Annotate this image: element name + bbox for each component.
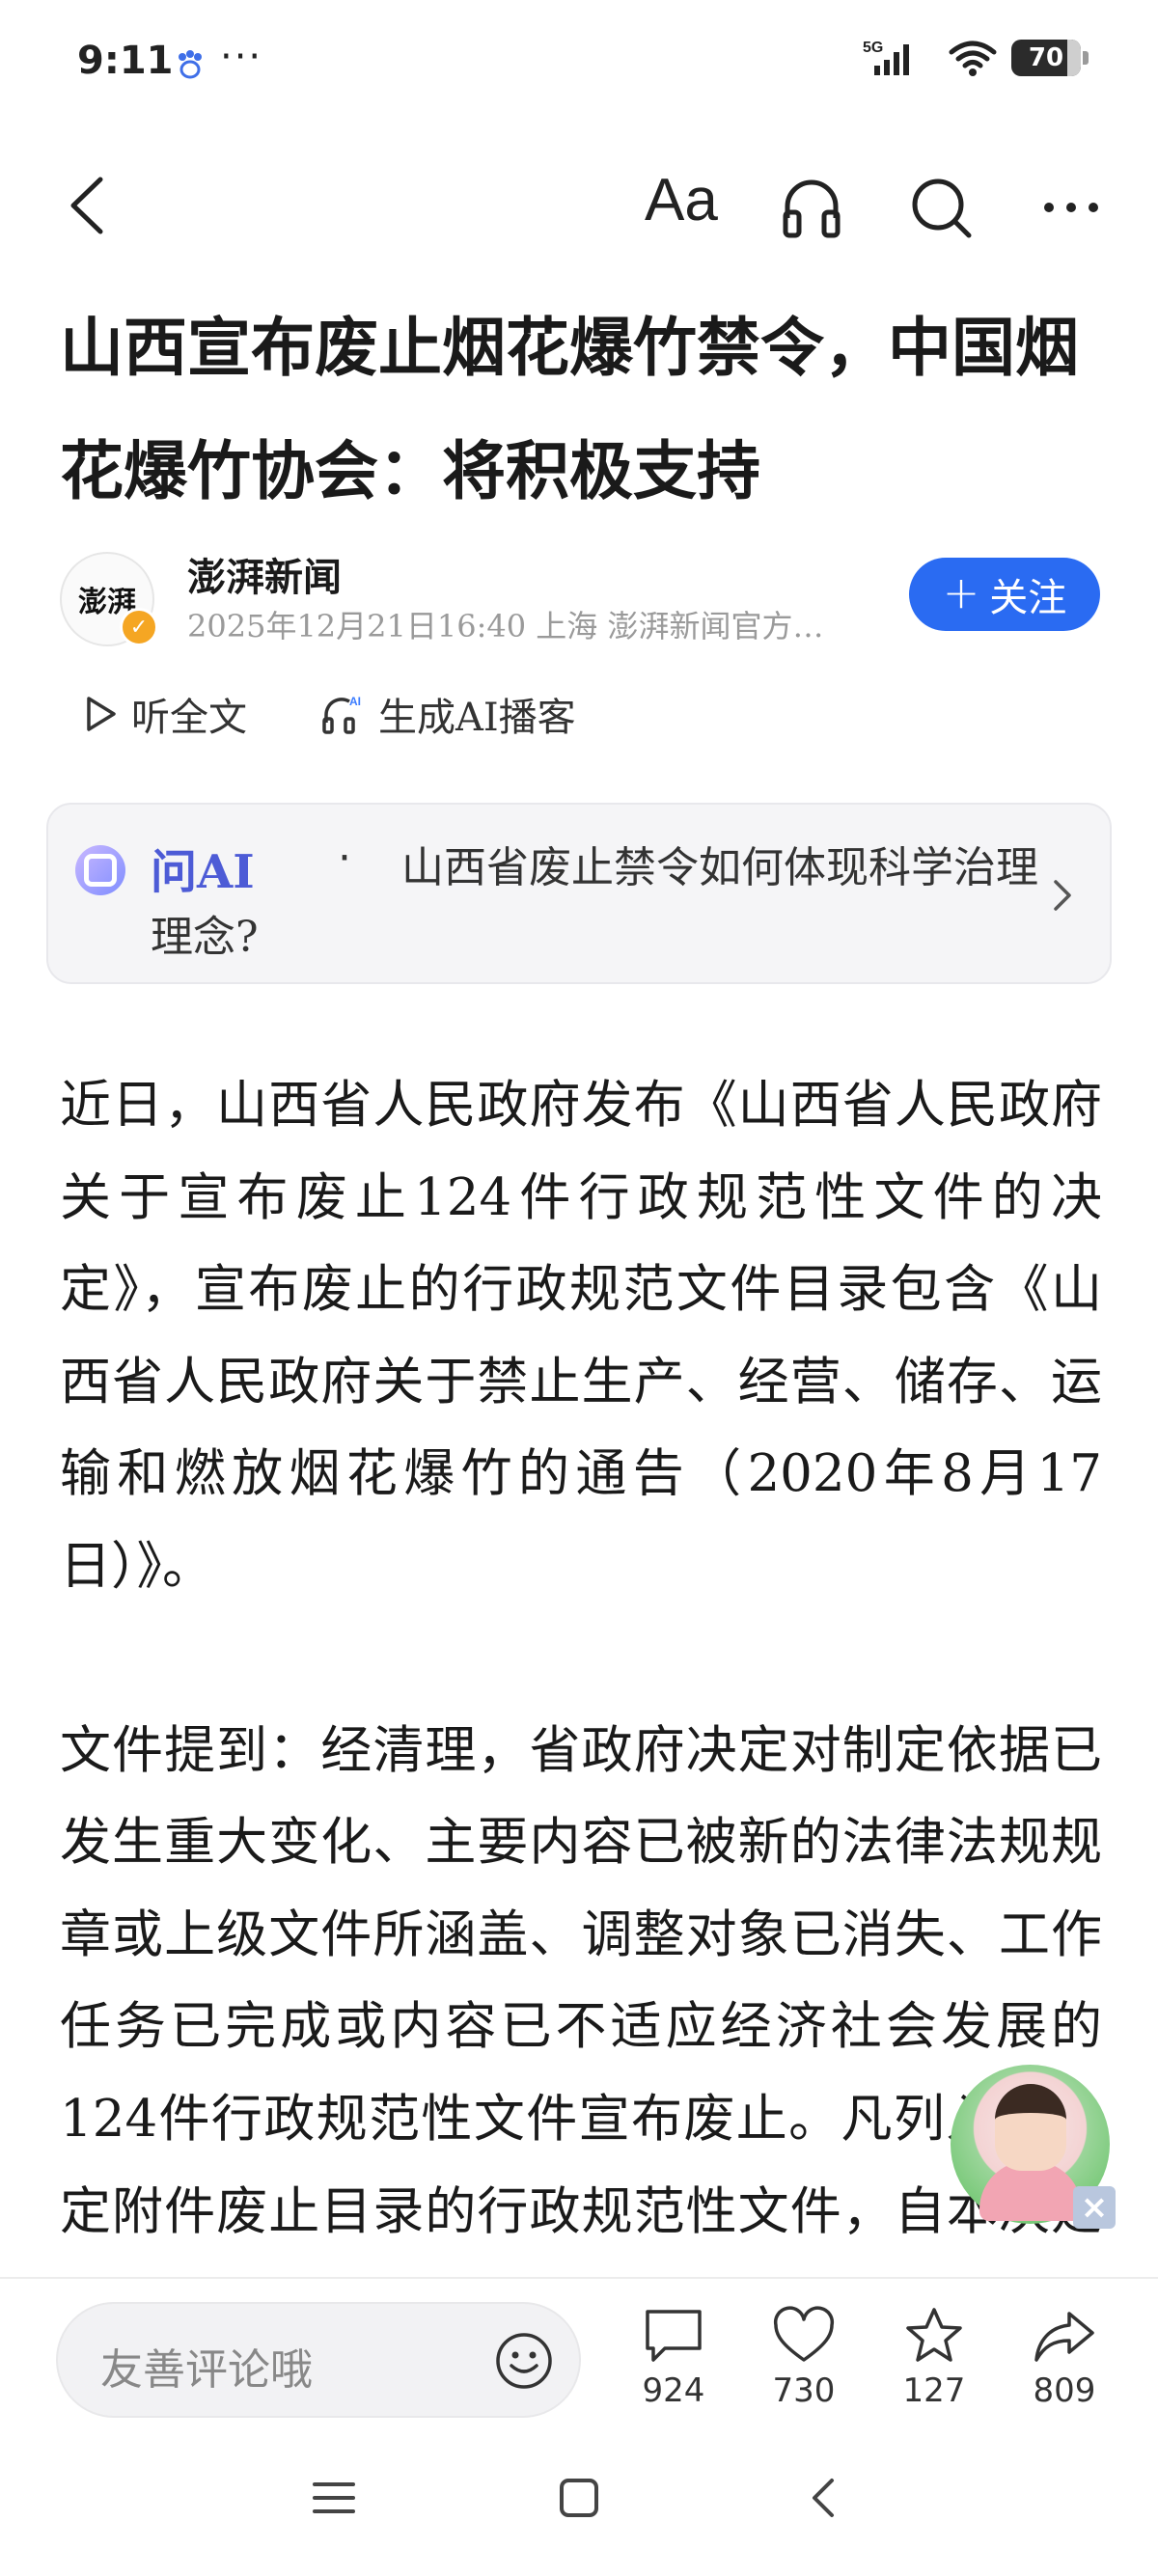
ai-question: 山西省废止禁令如何体现科学治理理念? (151, 843, 1038, 962)
comment-button[interactable]: 924 (620, 2306, 727, 2410)
comment-count: 924 (642, 2371, 705, 2410)
comment-icon (646, 2310, 702, 2362)
system-nav-bar (0, 2431, 1158, 2576)
status-time: 9:11 (77, 39, 174, 83)
floating-assistant[interactable]: × (951, 2065, 1116, 2229)
listen-full-button[interactable]: 听全文 (83, 686, 247, 742)
star-icon (906, 2308, 962, 2362)
top-nav: Aa (0, 154, 1158, 260)
ask-ai-label: 问AI (151, 845, 255, 899)
more-options-icon[interactable] (1037, 174, 1105, 241)
paragraph: 文件提到：经清理，省政府决定对制定依据已发生重大变化、主要内容已被新的法律法规规… (60, 1720, 1102, 2334)
back-arrow-icon[interactable] (58, 172, 125, 239)
ai-podcast-label: 生成AI播客 (378, 696, 576, 740)
battery-level: 70 (1028, 43, 1064, 72)
author-row: 澎湃 ✓ 澎湃新闻 2025年12月21日16:40 上海 澎湃新闻官方… + … (60, 546, 1102, 652)
comment-bar: 友善评论哦 924 730 127 809 (0, 2277, 1158, 2431)
comment-placeholder: 友善评论哦 (100, 2345, 313, 2395)
heart-icon (773, 2306, 835, 2362)
chevron-right-icon (1054, 880, 1071, 911)
favorite-count: 127 (902, 2371, 966, 2410)
like-button[interactable]: 730 (751, 2306, 857, 2410)
ai-podcast-button[interactable]: AI 生成AI播客 (320, 686, 576, 742)
font-size-button[interactable]: Aa (645, 166, 718, 234)
plus-icon: + (942, 566, 980, 618)
search-icon[interactable] (907, 174, 975, 241)
comment-input[interactable]: 友善评论哦 (56, 2302, 581, 2418)
back-icon[interactable] (801, 2475, 847, 2521)
paragraph: 近日，山西省人民政府发布《山西省人民政府关于宣布废止124件行政规范性文件的决定… (60, 1076, 1102, 1596)
author-name[interactable]: 澎湃新闻 (187, 546, 342, 602)
ask-ai-separator: · (338, 834, 351, 883)
ai-headphones-icon: AI (322, 695, 361, 734)
menu-icon[interactable] (311, 2475, 357, 2521)
share-count: 809 (1033, 2371, 1096, 2410)
verified-badge-icon: ✓ (120, 608, 158, 646)
headphones-icon[interactable] (778, 174, 845, 241)
article-meta: 2025年12月21日16:40 上海 澎湃新闻官方… (187, 608, 824, 644)
share-button[interactable]: 809 (1011, 2306, 1117, 2410)
ask-ai-card[interactable]: 山西省废止禁令如何体现科学治理理念? 问AI · (46, 803, 1112, 984)
wifi-icon (949, 41, 997, 76)
status-bar: 9:11 ··· 5G 70 (0, 0, 1158, 135)
baidu-paw-icon (179, 50, 202, 79)
share-arrow-icon (1034, 2312, 1094, 2362)
emoji-icon[interactable] (494, 2331, 554, 2391)
status-more-icon: ··· (220, 35, 263, 79)
listen-full-label: 听全文 (131, 696, 247, 740)
assistant-face (995, 2084, 1066, 2171)
svg-text:AI: AI (349, 695, 361, 708)
favorite-button[interactable]: 127 (881, 2306, 987, 2410)
article-title: 山西宣布废止烟花爆竹禁令，中国烟花爆竹协会：将积极支持 (60, 310, 1079, 508)
article-body: 近日，山西省人民政府发布《山西省人民政府关于宣布废止124件行政规范性文件的决定… (60, 1059, 1102, 2442)
close-icon[interactable]: × (1073, 2186, 1116, 2229)
home-icon[interactable] (556, 2475, 602, 2521)
play-icon (87, 697, 116, 731)
network-type: 5G (863, 40, 883, 56)
follow-button[interactable]: + 关注 (909, 558, 1100, 631)
cellular-signal-icon: 5G (863, 40, 909, 75)
ai-logo-icon (75, 845, 125, 895)
follow-label: 关注 (989, 576, 1067, 620)
status-right: 5G 70 (863, 39, 1089, 77)
like-count: 730 (772, 2371, 836, 2410)
listen-row: 听全文 AI 生成AI播客 (83, 685, 620, 743)
battery-icon: 70 (1011, 40, 1089, 76)
